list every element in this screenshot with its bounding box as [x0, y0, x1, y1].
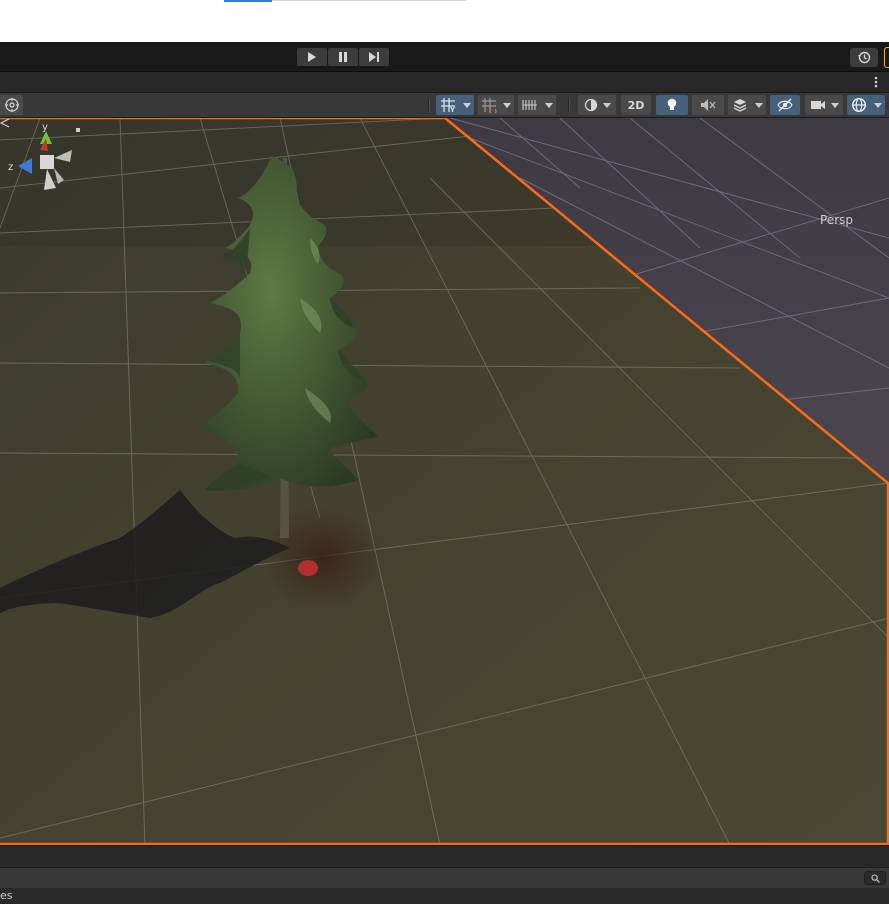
unity-editor: Y 2D y z Persp es	[0, 0, 889, 904]
svg-text:Y: Y	[449, 106, 456, 113]
increment-snap-dropdown[interactable]	[542, 95, 556, 115]
search-icon	[870, 873, 880, 883]
effects-button[interactable]	[728, 95, 752, 115]
hidden-eye-icon	[777, 98, 793, 112]
layers-icon	[733, 99, 747, 112]
2d-mode-button[interactable]: 2D	[621, 95, 651, 115]
2d-label: 2D	[627, 98, 645, 112]
pause-button[interactable]	[328, 48, 358, 66]
step-icon	[369, 52, 379, 62]
draw-mode-dropdown[interactable]	[578, 95, 616, 115]
effects-dropdown[interactable]	[752, 95, 766, 115]
camera-settings-dropdown[interactable]	[805, 95, 843, 115]
step-button[interactable]	[359, 48, 389, 66]
chevron-down-icon	[463, 102, 471, 108]
bottom-panel-tabstrip	[0, 845, 889, 867]
orbit-tool-icon	[4, 98, 19, 112]
increment-snap-button[interactable]	[518, 95, 542, 115]
pause-icon	[339, 52, 347, 62]
play-icon	[308, 52, 316, 62]
gizmo-y-label: y	[42, 122, 48, 133]
gizmo-lock-icon[interactable]	[76, 128, 80, 132]
view-tool-button[interactable]	[0, 95, 23, 115]
lighting-toggle[interactable]	[656, 95, 688, 115]
chevron-down-icon	[503, 102, 511, 108]
dirt-patch	[260, 506, 384, 610]
toolbar-separator	[568, 98, 570, 113]
gizmo-neg-z-axis[interactable]	[54, 168, 64, 184]
undo-history-button[interactable]	[850, 48, 878, 67]
shading-mode-icon	[584, 98, 597, 112]
main-toolbar	[0, 42, 889, 72]
scene-tab-strip	[0, 72, 889, 93]
audio-toggle[interactable]	[692, 95, 724, 115]
snap-button[interactable]	[478, 95, 500, 115]
browser-top-area	[0, 0, 889, 42]
grid-visibility-button[interactable]: Y	[436, 95, 460, 115]
bottom-panel-content: es	[0, 888, 889, 904]
gizmo-neg-x-axis[interactable]	[54, 150, 72, 162]
scene-view-toolbar: Y 2D	[0, 93, 889, 118]
orientation-gizmo[interactable]: y z	[0, 118, 90, 204]
search-button[interactable]	[864, 871, 886, 885]
kebab-icon	[874, 76, 878, 88]
chevron-down-icon	[545, 102, 553, 108]
audio-mute-icon	[701, 99, 716, 111]
tab-underline	[272, 0, 466, 1]
red-marker	[298, 560, 318, 576]
chevron-down-icon	[602, 102, 611, 108]
bottom-panel-toolbar	[0, 867, 889, 888]
toolbar-separator	[428, 98, 430, 113]
play-button[interactable]	[297, 48, 327, 66]
gizmo-z-label: z	[8, 162, 13, 173]
gizmos-dropdown[interactable]	[871, 95, 885, 115]
ruler-icon	[522, 100, 537, 110]
snap-dropdown[interactable]	[500, 95, 514, 115]
camera-icon	[810, 101, 825, 109]
perspective-icon	[0, 118, 10, 128]
more-options-button[interactable]	[870, 74, 882, 90]
grid-icon: Y	[441, 98, 456, 113]
scene-visibility-toggle[interactable]	[770, 95, 800, 115]
account-button-edge[interactable]	[884, 47, 889, 68]
chevron-down-icon	[755, 102, 763, 108]
gizmo-center-cube[interactable]	[40, 155, 54, 169]
active-tab-indicator	[224, 0, 272, 2]
bottom-panel-text: es	[0, 889, 13, 902]
snap-grid-icon	[482, 98, 497, 113]
lightbulb-icon	[667, 98, 677, 110]
gizmo-globe-icon	[851, 97, 867, 113]
gizmo-z-axis[interactable]	[18, 158, 32, 174]
playmode-controls	[297, 48, 389, 66]
gizmo-neg-y-axis[interactable]	[44, 169, 56, 190]
scene-render	[0, 118, 889, 845]
history-icon	[857, 51, 870, 64]
camera-projection-label[interactable]: Persp	[820, 213, 853, 227]
scene-viewport[interactable]: y z Persp	[0, 118, 889, 845]
chevron-down-icon	[874, 102, 882, 108]
grid-dropdown[interactable]	[460, 95, 474, 115]
chevron-down-icon	[830, 102, 839, 108]
gizmos-button[interactable]	[847, 95, 871, 115]
